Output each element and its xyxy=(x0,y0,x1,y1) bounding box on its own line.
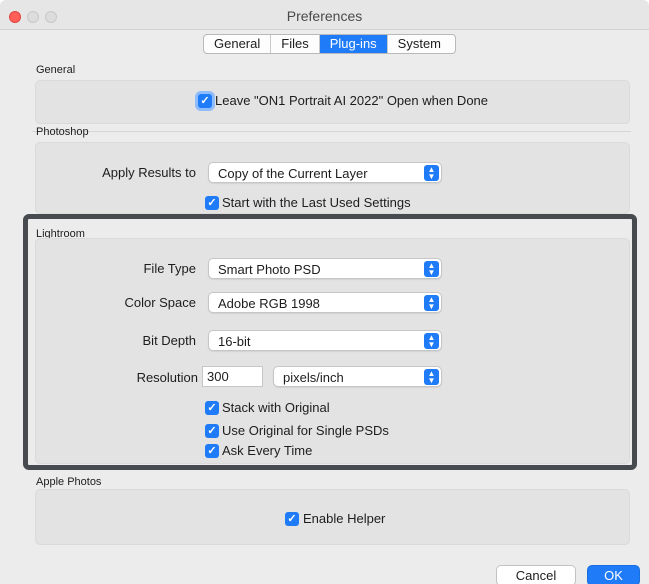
popup-arrows-icon: ▲ ▼ xyxy=(424,165,439,181)
apply-results-value: Copy of the Current Layer xyxy=(218,166,368,181)
tab-files[interactable]: Files xyxy=(271,35,320,53)
tab-bar: General Files Plug-ins System xyxy=(203,34,457,54)
checkmark-icon: ✓ xyxy=(200,95,210,107)
preferences-window: Preferences General Files Plug-ins Syste… xyxy=(0,0,649,584)
title-bar: Preferences xyxy=(0,0,649,30)
leave-open-checkbox[interactable]: ✓ xyxy=(198,94,212,108)
tab-plug-ins[interactable]: Plug-ins xyxy=(319,35,388,53)
general-section-heading: General xyxy=(36,64,76,76)
section-divider xyxy=(32,131,631,132)
leave-open-label: Leave "ON1 Portrait AI 2022" Open when D… xyxy=(215,93,489,108)
photoshop-section-heading: Photoshop xyxy=(36,126,89,138)
lightroom-highlight-frame xyxy=(23,214,637,470)
cancel-button[interactable]: Cancel xyxy=(496,565,576,584)
checkmark-icon: ✓ xyxy=(287,513,297,525)
tab-general[interactable]: General xyxy=(204,35,272,53)
tab-system[interactable]: System xyxy=(388,35,455,53)
last-used-checkbox[interactable]: ✓ xyxy=(205,196,219,210)
ok-button[interactable]: OK xyxy=(587,565,640,584)
window-title: Preferences xyxy=(286,8,363,24)
checkmark-icon: ✓ xyxy=(207,197,217,209)
enable-helper-label: Enable Helper xyxy=(303,511,386,526)
enable-helper-checkbox[interactable]: ✓ xyxy=(285,512,299,526)
last-used-label: Start with the Last Used Settings xyxy=(222,195,411,210)
apple-photos-section-heading: Apple Photos xyxy=(36,476,102,488)
apply-results-label: Apply Results to xyxy=(102,165,196,180)
apply-results-popup[interactable]: Copy of the Current Layer ▲ ▼ xyxy=(208,162,442,183)
